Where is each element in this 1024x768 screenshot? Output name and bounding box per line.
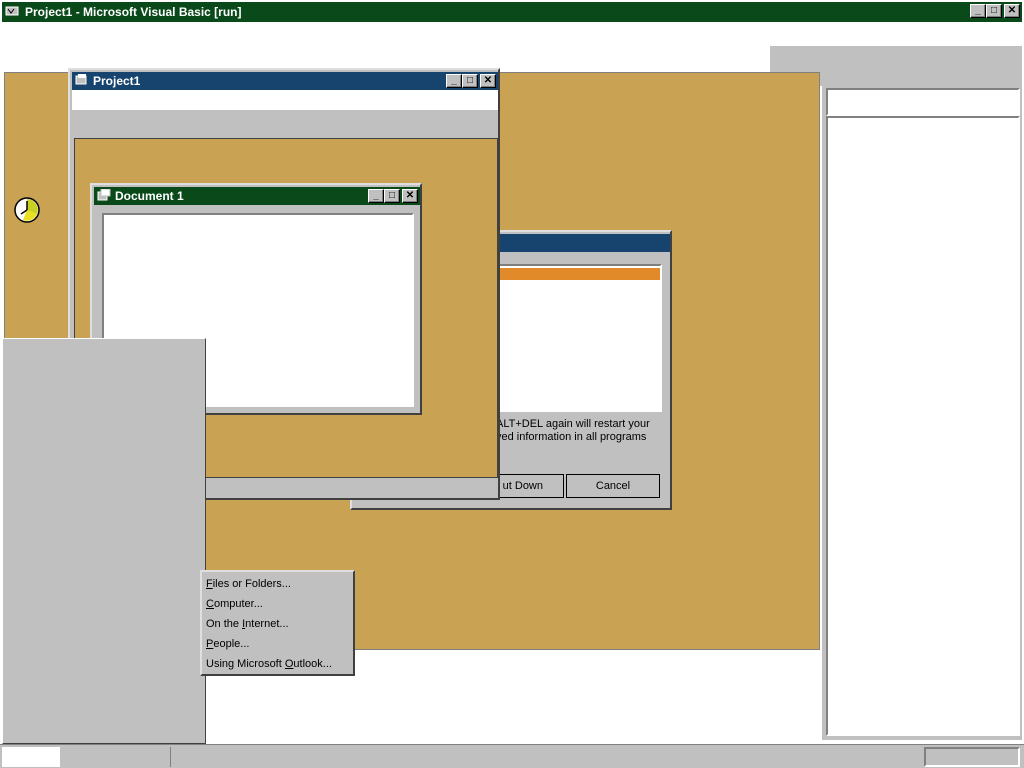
- find-submenu[interactable]: Files or Folders... Computer... On the I…: [200, 570, 355, 676]
- main-title-bar[interactable]: Project1 - Microsoft Visual Basic [run] …: [2, 2, 1022, 22]
- vb-app-icon[interactable]: [5, 4, 21, 21]
- status-bar-divider: [170, 747, 171, 767]
- app-maximize-button[interactable]: □: [986, 4, 1002, 18]
- app-close-button[interactable]: ✕: [1004, 4, 1020, 18]
- project-close-button[interactable]: ✕: [480, 74, 496, 88]
- project-maximize-button[interactable]: □: [462, 74, 478, 88]
- project-minimize-button[interactable]: _: [446, 74, 462, 88]
- start-menu[interactable]: [2, 338, 206, 744]
- menu-item-using-microsoft-outlook[interactable]: Using Microsoft Outlook...: [206, 654, 332, 674]
- menu-item-people[interactable]: People...: [206, 634, 249, 654]
- document-window-title-bar[interactable]: Document 1 _ □ ✕: [94, 187, 420, 205]
- project-icon[interactable]: [75, 73, 89, 89]
- right-panel-list[interactable]: [826, 116, 1020, 736]
- right-panel-header[interactable]: [826, 88, 1020, 116]
- project-window-title-bar[interactable]: Project1 _ □ ✕: [72, 72, 498, 90]
- project-toolbar[interactable]: [72, 90, 498, 110]
- right-panel: [822, 72, 1022, 740]
- clock-icon[interactable]: [13, 196, 41, 224]
- project-window-title: Project1: [93, 74, 141, 88]
- document-window-title: Document 1: [115, 189, 184, 203]
- menu-item-files-or-folders[interactable]: Files or Folders...: [206, 574, 291, 594]
- document-minimize-button[interactable]: _: [368, 189, 384, 203]
- app-title: Project1 - Microsoft Visual Basic [run]: [25, 5, 242, 19]
- app-minimize-button[interactable]: _: [970, 4, 986, 18]
- document-close-button[interactable]: ✕: [402, 189, 418, 203]
- menu-item-computer[interactable]: Computer...: [206, 594, 263, 614]
- status-bar-cell-right: [924, 747, 1020, 767]
- document-icon[interactable]: [97, 188, 111, 204]
- cancel-button[interactable]: Cancel: [566, 474, 660, 498]
- status-bar-cell-white: [2, 747, 60, 767]
- menu-item-on-the-internet[interactable]: On the Internet...: [206, 614, 289, 634]
- document-maximize-button[interactable]: □: [384, 189, 400, 203]
- status-bar: [0, 744, 1024, 768]
